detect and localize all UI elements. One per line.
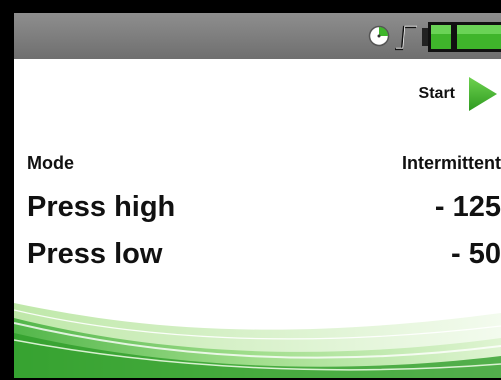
press-high-row[interactable]: Press high - 125 xyxy=(14,191,501,231)
press-high-label: Press high xyxy=(27,191,176,223)
mode-value[interactable]: Intermittent xyxy=(402,153,501,174)
clock-icon xyxy=(368,25,390,47)
mode-row[interactable]: Mode Intermittent xyxy=(14,153,501,179)
battery-icon xyxy=(422,22,501,52)
device-frame: Start Mode Intermittent Press high - 125… xyxy=(0,0,501,380)
press-low-value[interactable]: - 50 xyxy=(451,238,501,271)
decorative-wave xyxy=(14,303,501,378)
status-bar xyxy=(14,13,501,59)
press-high-value[interactable]: - 125 xyxy=(435,191,501,224)
display-screen: Start Mode Intermittent Press high - 125… xyxy=(14,13,501,378)
play-arrow-icon[interactable] xyxy=(463,75,499,113)
mode-label: Mode xyxy=(27,153,74,173)
start-control[interactable]: Start xyxy=(381,75,501,115)
pulse-icon xyxy=(395,25,417,51)
start-label[interactable]: Start xyxy=(419,85,455,103)
press-low-label: Press low xyxy=(27,238,163,270)
